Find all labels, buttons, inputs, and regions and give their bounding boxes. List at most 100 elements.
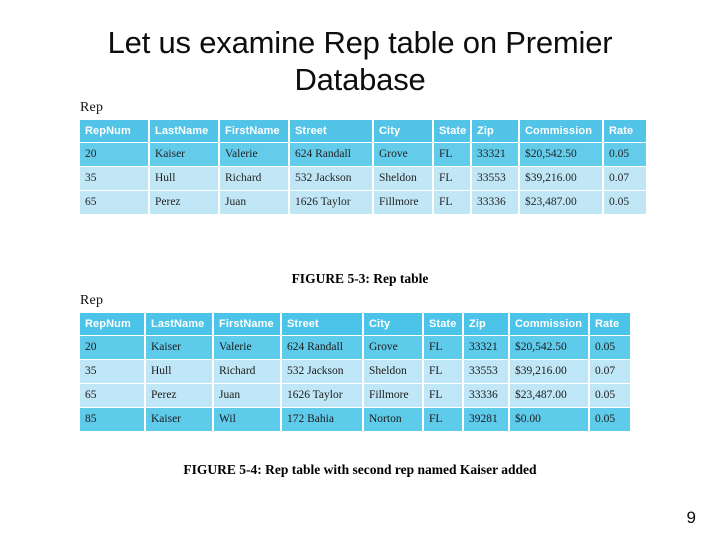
cell-city: Norton [364,408,422,431]
cell-rate: 0.05 [604,143,646,166]
table-body-1: 20 Kaiser Valerie 624 Randall Grove FL 33321 $2… [80,143,646,214]
cell-state: FL [434,143,470,166]
table-header-row: RepNum LastName FirstName Street City State Zi… [80,120,646,142]
column-header-commission: Commission [510,313,588,335]
cell-zip: 33336 [464,384,508,407]
figure-5-3: Rep RepNum LastName FirstName Street City Sta… [78,100,648,215]
cell-repnum: 65 [80,191,148,214]
cell-lastname: Kaiser [150,143,218,166]
cell-state: FL [424,384,462,407]
column-header-rate: Rate [604,120,646,142]
cell-rate: 0.07 [590,360,630,383]
column-header-zip: Zip [472,120,518,142]
page-title: Let us examine Rep table on Premier Data… [107,25,613,97]
cell-state: FL [424,408,462,431]
cell-repnum: 35 [80,167,148,190]
cell-firstname: Juan [220,191,288,214]
cell-state: FL [434,167,470,190]
cell-zip: 33321 [464,336,508,359]
cell-city: Sheldon [374,167,432,190]
column-header-state: State [424,313,462,335]
rep-table-2: RepNum LastName FirstName Street City State Zi… [78,312,632,432]
cell-firstname: Wil [214,408,280,431]
table-row: 35 Hull Richard 532 Jackson Sheldon FL 33553 $3… [80,167,646,190]
cell-zip: 39281 [464,408,508,431]
cell-commission: $20,542.50 [510,336,588,359]
cell-street: 1626 Taylor [290,191,372,214]
cell-lastname: Perez [150,191,218,214]
cell-firstname: Valerie [214,336,280,359]
column-header-firstname: FirstName [214,313,280,335]
column-header-lastname: LastName [150,120,218,142]
table-row: 65 Perez Juan 1626 Taylor Fillmore FL 33336 $23… [80,384,630,407]
cell-lastname: Kaiser [146,336,212,359]
cell-lastname: Perez [146,384,212,407]
table-body-2: 20 Kaiser Valerie 624 Randall Grove FL 33321 $2… [80,336,630,431]
cell-commission: $20,542.50 [520,143,602,166]
cell-lastname: Kaiser [146,408,212,431]
slide-canvas: Let us examine Rep table on Premier Data… [0,0,720,540]
column-header-repnum: RepNum [80,120,148,142]
cell-street: 532 Jackson [290,167,372,190]
page-number: 9 [686,508,696,527]
table-row: 20 Kaiser Valerie 624 Randall Grove FL 33321 $2… [80,336,630,359]
cell-street: 172 Bahia [282,408,362,431]
cell-zip: 33553 [472,167,518,190]
figure-caption-5-3: FIGURE 5-3: Rep table [291,271,429,286]
cell-zip: 33553 [464,360,508,383]
cell-repnum: 35 [80,360,144,383]
column-header-city: City [374,120,432,142]
cell-state: FL [424,336,462,359]
cell-street: 532 Jackson [282,360,362,383]
cell-firstname: Richard [220,167,288,190]
figure-5-4: Rep RepNum LastName FirstName Street City Sta… [78,293,632,432]
cell-rate: 0.07 [604,167,646,190]
cell-firstname: Juan [214,384,280,407]
column-header-zip: Zip [464,313,508,335]
cell-commission: $39,216.00 [520,167,602,190]
cell-zip: 33321 [472,143,518,166]
column-header-repnum: RepNum [80,313,144,335]
cell-repnum: 20 [80,143,148,166]
table-row: 85 Kaiser Wil 172 Bahia Norton FL 39281 $0.00 0.… [80,408,630,431]
table-label-rep-1: Rep [80,100,104,115]
cell-commission: $23,487.00 [510,384,588,407]
cell-repnum: 85 [80,408,144,431]
cell-firstname: Richard [214,360,280,383]
cell-lastname: Hull [150,167,218,190]
column-header-city: City [364,313,422,335]
cell-commission: $0.00 [510,408,588,431]
column-header-street: Street [282,313,362,335]
cell-lastname: Hull [146,360,212,383]
cell-firstname: Valerie [220,143,288,166]
cell-state: FL [424,360,462,383]
cell-rate: 0.05 [590,336,630,359]
table-header-row: RepNum LastName FirstName Street City State Zi… [80,313,630,335]
cell-state: FL [434,191,470,214]
cell-repnum: 65 [80,384,144,407]
cell-rate: 0.05 [590,384,630,407]
column-header-commission: Commission [520,120,602,142]
cell-street: 624 Randall [282,336,362,359]
column-header-lastname: LastName [146,313,212,335]
table-row: 65 Perez Juan 1626 Taylor Fillmore FL 33336 $23… [80,191,646,214]
table-label-rep-2: Rep [80,293,104,308]
column-header-rate: Rate [590,313,630,335]
table-row: 20 Kaiser Valerie 624 Randall Grove FL 33321 $2… [80,143,646,166]
figure-caption-5-4: FIGURE 5-4: Rep table with second rep na… [183,462,537,477]
cell-rate: 0.05 [604,191,646,214]
column-header-state: State [434,120,470,142]
cell-city: Grove [374,143,432,166]
cell-zip: 33336 [472,191,518,214]
rep-table-1: RepNum LastName FirstName Street City State Zi… [78,119,648,215]
cell-city: Sheldon [364,360,422,383]
cell-city: Fillmore [374,191,432,214]
cell-commission: $39,216.00 [510,360,588,383]
column-header-firstname: FirstName [220,120,288,142]
cell-street: 624 Randall [290,143,372,166]
cell-city: Fillmore [364,384,422,407]
column-header-street: Street [290,120,372,142]
cell-city: Grove [364,336,422,359]
cell-repnum: 20 [80,336,144,359]
cell-street: 1626 Taylor [282,384,362,407]
